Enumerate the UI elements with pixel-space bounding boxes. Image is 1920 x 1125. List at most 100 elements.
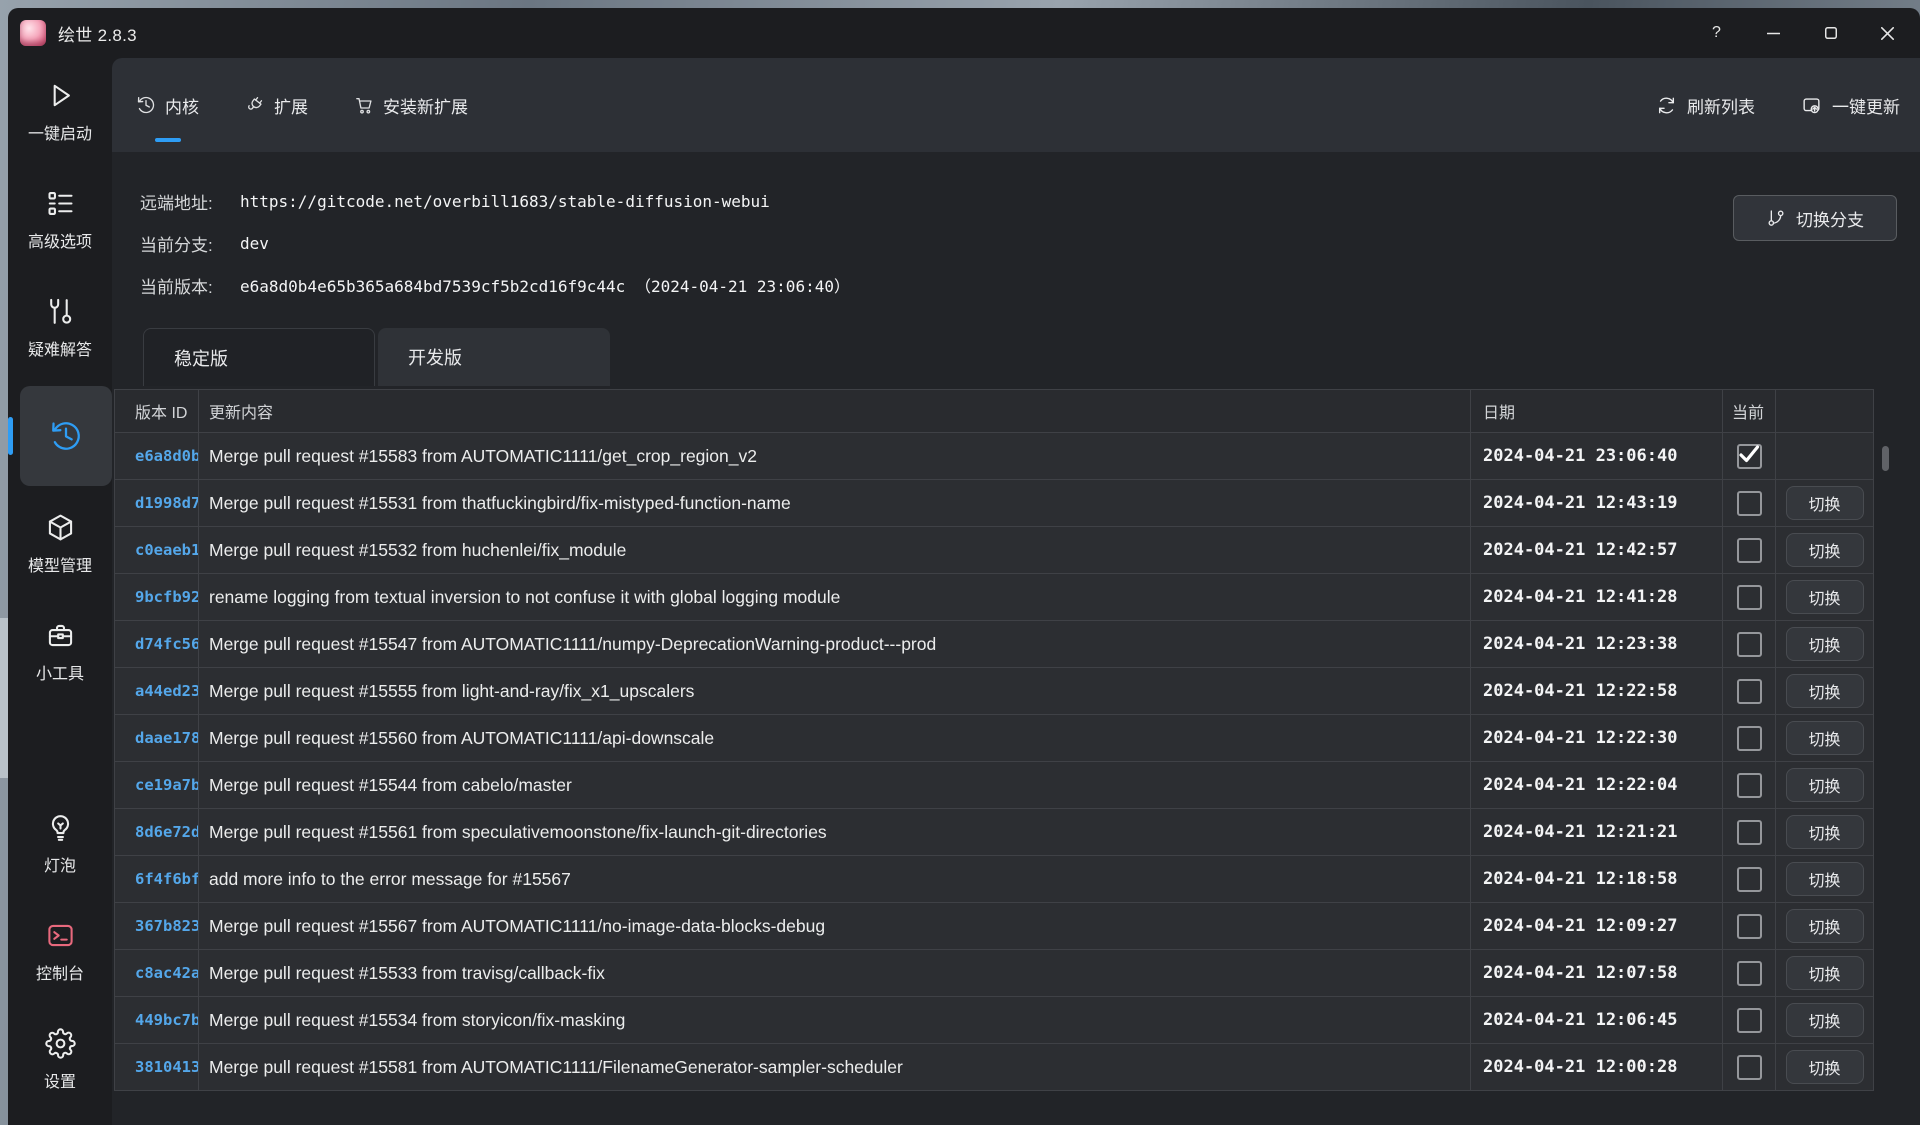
switch-version-button[interactable]: 切换: [1786, 674, 1864, 708]
sidebar-item-toolbox[interactable]: 小工具: [8, 598, 112, 706]
current-checkbox[interactable]: [1737, 679, 1762, 704]
current-checkbox[interactable]: [1737, 820, 1762, 845]
commit-id-cell: d74fc56: [115, 621, 199, 667]
sidebar-item-active[interactable]: [20, 386, 112, 486]
current-checkbox[interactable]: [1737, 632, 1762, 657]
commit-link[interactable]: ce19a7b: [135, 776, 199, 794]
repo-info-block: 远端地址:https://gitcode.net/overbill1683/st…: [140, 180, 1920, 306]
sidebar-item-tools[interactable]: 疑难解答: [8, 274, 112, 382]
current-checkbox[interactable]: [1737, 726, 1762, 751]
current-cell: [1723, 480, 1776, 526]
sidebar-item-bulb[interactable]: 灯泡: [8, 790, 112, 898]
commit-message-cell: Merge pull request #15547 from AUTOMATIC…: [199, 621, 1471, 667]
terminal-icon: [45, 920, 76, 951]
commit-link[interactable]: 6f4f6bf: [135, 870, 199, 888]
current-checkbox[interactable]: [1737, 1008, 1762, 1033]
maximize-button[interactable]: [1802, 8, 1859, 58]
switch-branch-button[interactable]: 切换分支: [1733, 195, 1897, 241]
commit-date: 2024-04-21 12:22:04: [1483, 775, 1677, 795]
commit-message-cell: Merge pull request #15560 from AUTOMATIC…: [199, 715, 1471, 761]
switch-version-button[interactable]: 切换: [1786, 956, 1864, 990]
current-checkbox[interactable]: [1737, 538, 1762, 563]
commit-link[interactable]: d74fc56: [135, 635, 199, 653]
current-checkbox[interactable]: [1737, 867, 1762, 892]
commit-message-cell: Merge pull request #15567 from AUTOMATIC…: [199, 903, 1471, 949]
current-checkbox[interactable]: [1737, 773, 1762, 798]
commit-link[interactable]: 9bcfb92: [135, 588, 199, 606]
help-button[interactable]: ?: [1688, 8, 1745, 58]
current-cell: [1723, 527, 1776, 573]
commit-date-cell: 2024-04-21 12:18:58: [1471, 856, 1723, 902]
switch-cell: 切换: [1776, 903, 1873, 949]
switch-version-button[interactable]: 切换: [1786, 909, 1864, 943]
commit-link[interactable]: 449bc7b: [135, 1011, 199, 1029]
switch-cell: 切换: [1776, 1044, 1873, 1090]
switch-version-button[interactable]: 切换: [1786, 627, 1864, 661]
commit-link[interactable]: daae178: [135, 729, 199, 747]
desktop-background-streak: [0, 618, 8, 778]
switch-version-button[interactable]: 切换: [1786, 533, 1864, 567]
current-cell: [1723, 668, 1776, 714]
commit-link[interactable]: 367b823: [135, 917, 199, 935]
window-body: 一键启动高级选项疑难解答模型管理小工具 灯泡控制台设置 内核扩展安装新扩展 刷新…: [8, 58, 1920, 1125]
commit-date-cell: 2024-04-21 12:23:38: [1471, 621, 1723, 667]
switch-version-button[interactable]: 切换: [1786, 486, 1864, 520]
bulb-icon: [45, 812, 76, 843]
tab-cart[interactable]: 安装新扩展: [354, 58, 468, 152]
tab-plug[interactable]: 扩展: [245, 58, 308, 152]
commit-date: 2024-04-21 12:41:28: [1483, 587, 1677, 607]
switch-version-button[interactable]: 切换: [1786, 1003, 1864, 1037]
minimize-button[interactable]: [1745, 8, 1802, 58]
switch-version-button[interactable]: 切换: [1786, 580, 1864, 614]
branch-tab-active[interactable]: 开发版: [378, 328, 610, 386]
update-button[interactable]: 一键更新: [1801, 93, 1900, 118]
switch-version-button[interactable]: 切换: [1786, 768, 1864, 802]
commit-link[interactable]: c0eaeb1: [135, 541, 199, 559]
action-label: 刷新列表: [1687, 93, 1755, 118]
branch-tab[interactable]: 稳定版: [143, 328, 375, 386]
commit-date: 2024-04-21 12:23:38: [1483, 634, 1677, 654]
refresh-button[interactable]: 刷新列表: [1656, 93, 1755, 118]
commit-id-cell: daae178: [115, 715, 199, 761]
commit-link[interactable]: c8ac42a: [135, 964, 199, 982]
sidebar-item-package[interactable]: 模型管理: [8, 490, 112, 598]
table-row: 6f4f6bfadd more info to the error messag…: [115, 855, 1873, 902]
sidebar-item-listopts[interactable]: 高级选项: [8, 166, 112, 274]
current-checkbox[interactable]: [1737, 585, 1762, 610]
sidebar-item-play[interactable]: 一键启动: [8, 58, 112, 166]
close-button[interactable]: [1859, 8, 1916, 58]
commit-link[interactable]: a44ed23: [135, 682, 199, 700]
close-icon: [1881, 27, 1894, 40]
commit-id-cell: 9bcfb92: [115, 574, 199, 620]
scrollbar-thumb[interactable]: [1882, 446, 1889, 471]
commit-message: Merge pull request #15567 from AUTOMATIC…: [209, 916, 825, 937]
commit-link[interactable]: 8d6e72d: [135, 823, 199, 841]
current-checkbox[interactable]: [1737, 444, 1762, 469]
switch-cell: 切换: [1776, 950, 1873, 996]
commit-message: Merge pull request #15561 from speculati…: [209, 822, 827, 843]
header-actions: 刷新列表 一键更新: [1656, 93, 1900, 118]
sidebar-item-terminal[interactable]: 控制台: [8, 898, 112, 1006]
sidebar-item-label: 高级选项: [28, 228, 92, 252]
switch-version-button[interactable]: 切换: [1786, 721, 1864, 755]
commit-date-cell: 2024-04-21 23:06:40: [1471, 433, 1723, 479]
tab-history[interactable]: 内核: [136, 58, 199, 152]
switch-version-button[interactable]: 切换: [1786, 1050, 1864, 1084]
current-cell: [1723, 997, 1776, 1043]
switch-version-button[interactable]: 切换: [1786, 862, 1864, 896]
current-checkbox[interactable]: [1737, 961, 1762, 986]
commit-link[interactable]: d1998d7: [135, 494, 199, 512]
current-checkbox[interactable]: [1737, 914, 1762, 939]
commit-link[interactable]: e6a8d0b: [135, 447, 199, 465]
current-checkbox[interactable]: [1737, 1055, 1762, 1080]
commit-date: 2024-04-21 12:06:45: [1483, 1010, 1677, 1030]
switch-version-button[interactable]: 切换: [1786, 815, 1864, 849]
toolbox-icon: [45, 620, 76, 651]
commit-link[interactable]: 3810413: [135, 1058, 199, 1076]
current-checkbox[interactable]: [1737, 491, 1762, 516]
commit-message-cell: rename logging from textual inversion to…: [199, 574, 1471, 620]
sidebar-item-label: 设置: [44, 1068, 76, 1092]
sidebar-top-group: 一键启动高级选项疑难解答模型管理小工具: [8, 58, 112, 706]
sidebar-item-label: 模型管理: [28, 552, 92, 576]
sidebar-item-gear[interactable]: 设置: [8, 1006, 112, 1114]
